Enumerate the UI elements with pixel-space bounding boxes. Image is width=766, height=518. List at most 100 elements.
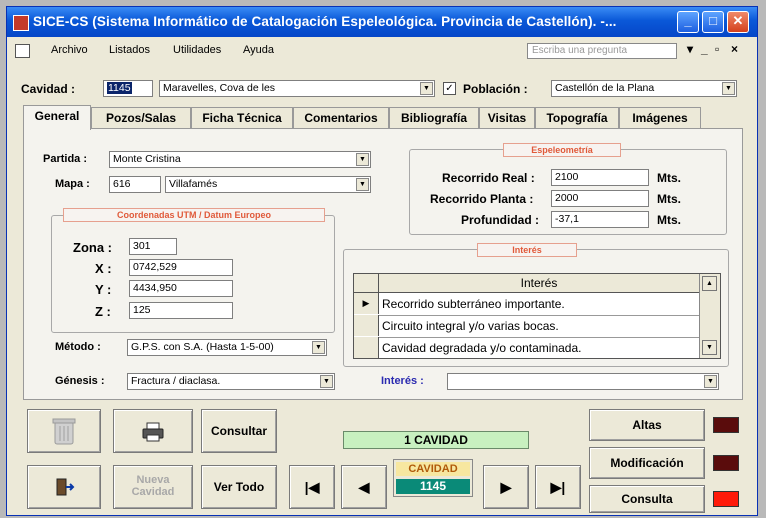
help-question-input[interactable]: Escriba una pregunta: [527, 43, 677, 59]
tab-ficha-tecnica[interactable]: Ficha Técnica: [191, 107, 293, 129]
modificacion-indicator: [713, 455, 739, 471]
partida-select[interactable]: Monte Cristina ▼: [109, 151, 371, 168]
metodo-value: G.P.S. con S.A. (Hasta 1-5-00): [131, 341, 274, 353]
tab-general[interactable]: General: [23, 105, 91, 130]
print-button[interactable]: [113, 409, 193, 453]
menu-ayuda[interactable]: Ayuda: [243, 44, 274, 56]
consultar-button[interactable]: Consultar: [201, 409, 277, 453]
table-row[interactable]: ▶ Recorrido subterráneo importante.: [354, 293, 700, 316]
y-coordinate-field[interactable]: 4434,950: [129, 280, 233, 297]
mapa-number-field[interactable]: 616: [109, 176, 161, 193]
grid-scrollbar[interactable]: ▲ ▼: [699, 274, 720, 358]
x-label: X :: [95, 261, 112, 276]
recorrido-planta-field[interactable]: 2000: [551, 190, 649, 207]
interes-group-title: Interés: [477, 243, 577, 257]
maximize-button[interactable]: □: [702, 11, 724, 33]
doc-close-icon[interactable]: ×: [731, 42, 738, 56]
interes-select[interactable]: ▼: [447, 373, 719, 390]
window-title: SICE-CS (Sistema Informático de Cataloga…: [33, 14, 617, 29]
genesis-select[interactable]: Fractura / diaclasa. ▼: [127, 373, 335, 390]
table-row[interactable]: Circuito integral y/o varias bocas.: [354, 315, 700, 338]
consulta-button[interactable]: Consulta: [589, 485, 705, 513]
app-icon: [13, 15, 29, 31]
zona-field[interactable]: 301: [129, 238, 177, 255]
minimize-button[interactable]: _: [677, 11, 699, 33]
current-row-icon: ▶: [354, 293, 379, 314]
ver-todo-button[interactable]: Ver Todo: [201, 465, 277, 509]
doc-restore-icon[interactable]: ▫: [715, 42, 719, 56]
partida-value: Monte Cristina: [113, 153, 181, 165]
modificacion-button[interactable]: Modificación: [589, 447, 705, 479]
scroll-down-icon[interactable]: ▼: [702, 340, 717, 355]
chevron-down-icon[interactable]: ▼: [356, 153, 369, 166]
nueva-line2: Cavidad: [131, 486, 175, 498]
utm-group-title: Coordenadas UTM / Datum Europeo: [63, 208, 325, 222]
cavidad-indicator-label: CAVIDAD: [396, 462, 470, 476]
table-cell[interactable]: Circuito integral y/o varias bocas.: [382, 319, 559, 333]
recorrido-planta-unit: Mts.: [657, 192, 681, 206]
cavidad-name-select[interactable]: Maravelles, Cova de les ▼: [159, 80, 435, 97]
menu-archivo[interactable]: Archivo: [51, 44, 88, 56]
nueva-line1: Nueva: [136, 474, 170, 486]
metodo-label: Método :: [55, 341, 101, 353]
last-record-button[interactable]: ▶|: [535, 465, 581, 509]
grid-header-interes[interactable]: Interés: [378, 276, 700, 290]
previous-record-button[interactable]: ◀: [341, 465, 387, 509]
recorrido-real-field[interactable]: 2100: [551, 169, 649, 186]
profundidad-label: Profundidad :: [461, 213, 539, 227]
profundidad-unit: Mts.: [657, 213, 681, 227]
y-label: Y :: [95, 282, 112, 297]
grid-header-selector: [354, 274, 379, 292]
chevron-down-icon[interactable]: ▼: [420, 82, 433, 95]
next-record-icon: ▶: [500, 479, 512, 495]
mapa-select[interactable]: Villafamés ▼: [165, 176, 371, 193]
genesis-value: Fractura / diaclasa.: [131, 375, 221, 387]
tab-topografia[interactable]: Topografía: [535, 107, 619, 129]
tab-imagenes[interactable]: Imágenes: [619, 107, 701, 129]
z-coordinate-field[interactable]: 125: [129, 302, 233, 319]
table-cell[interactable]: Recorrido subterráneo importante.: [382, 297, 565, 311]
chevron-down-icon[interactable]: ▼: [722, 82, 735, 95]
poblacion-select[interactable]: Castellón de la Plana ▼: [551, 80, 737, 97]
tab-visitas[interactable]: Visitas: [479, 107, 535, 129]
chevron-down-icon[interactable]: ▼: [312, 341, 325, 354]
delete-button[interactable]: [27, 409, 101, 453]
menu-utilidades[interactable]: Utilidades: [173, 44, 221, 56]
chevron-down-icon[interactable]: ▼: [704, 375, 717, 388]
x-coordinate-field[interactable]: 0742,529: [129, 259, 233, 276]
profundidad-field[interactable]: -37,1: [551, 211, 649, 228]
cavidad-code-field[interactable]: 1145: [103, 80, 153, 97]
chevron-down-icon[interactable]: ▾: [687, 42, 693, 56]
poblacion-checkbox[interactable]: ✓: [443, 82, 456, 95]
check-icon: ✓: [445, 83, 454, 94]
close-button[interactable]: ✕: [727, 11, 749, 33]
recorrido-real-unit: Mts.: [657, 171, 681, 185]
form-icon: [15, 44, 30, 58]
tab-pozos-salas[interactable]: Pozos/Salas: [91, 107, 191, 129]
cavidad-indicator-box: CAVIDAD 1145: [393, 459, 473, 497]
exit-button[interactable]: [27, 465, 101, 509]
cavidad-code-value: 1145: [107, 82, 132, 94]
last-record-icon: ▶|: [550, 479, 566, 495]
next-record-button[interactable]: ▶: [483, 465, 529, 509]
row-selector: [354, 337, 379, 358]
table-row[interactable]: Cavidad degradada y/o contaminada.: [354, 337, 700, 359]
espeleometria-group-title: Espeleometría: [503, 143, 621, 157]
first-record-button[interactable]: |◀: [289, 465, 335, 509]
title-bar[interactable]: SICE-CS (Sistema Informático de Cataloga…: [7, 7, 757, 37]
tab-bibliografia[interactable]: Bibliografía: [389, 107, 479, 129]
chevron-down-icon[interactable]: ▼: [320, 375, 333, 388]
zona-label: Zona :: [73, 240, 112, 255]
doc-minimize-icon[interactable]: _: [701, 42, 708, 56]
interes-label: Interés :: [381, 375, 424, 387]
scroll-up-icon[interactable]: ▲: [702, 276, 717, 291]
menu-listados[interactable]: Listados: [109, 44, 150, 56]
cavidad-indicator-value: 1145: [396, 479, 470, 494]
table-cell[interactable]: Cavidad degradada y/o contaminada.: [382, 341, 581, 355]
tab-comentarios[interactable]: Comentarios: [293, 107, 389, 129]
row-selector: [354, 315, 379, 336]
chevron-down-icon[interactable]: ▼: [356, 178, 369, 191]
altas-button[interactable]: Altas: [589, 409, 705, 441]
nueva-cavidad-button[interactable]: Nueva Cavidad: [113, 465, 193, 509]
metodo-select[interactable]: G.P.S. con S.A. (Hasta 1-5-00) ▼: [127, 339, 327, 356]
